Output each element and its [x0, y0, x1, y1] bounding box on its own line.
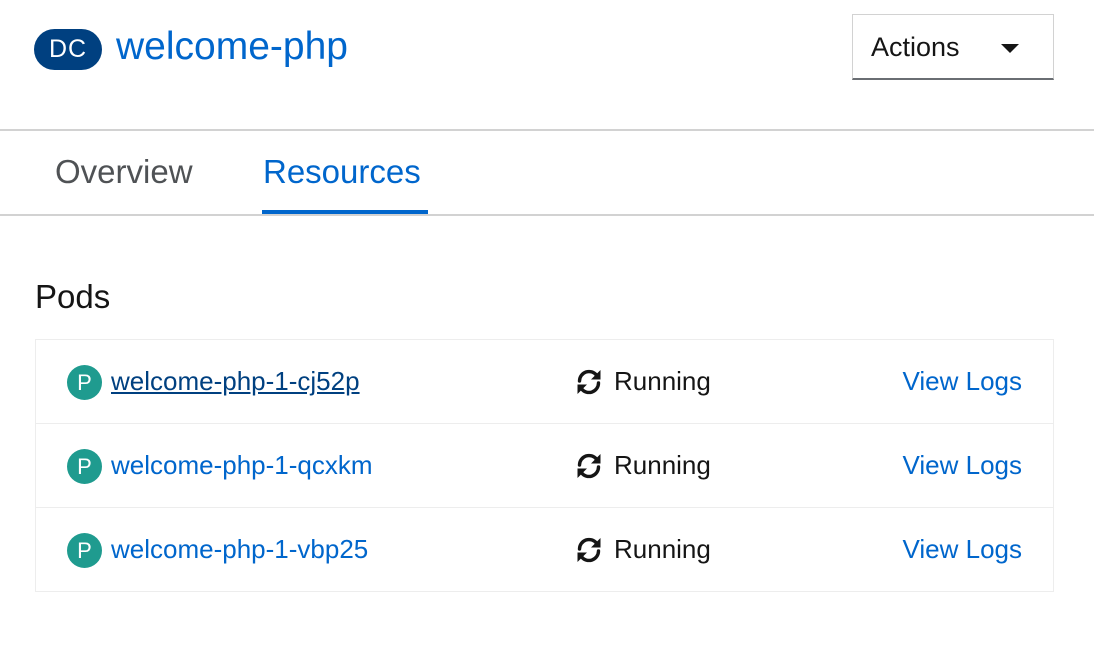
actions-dropdown-button[interactable]: Actions [852, 14, 1054, 80]
sync-icon [577, 369, 601, 395]
pod-name-link[interactable]: welcome-php-1-qcxkm [111, 448, 373, 482]
pods-section-title: Pods [35, 278, 111, 315]
list-item: P welcome-php-1-cj52p Running View Logs [36, 340, 1053, 424]
list-item: P welcome-php-1-vbp25 Running View Logs [36, 508, 1053, 591]
pods-list: P welcome-php-1-cj52p Running View Logs … [35, 339, 1054, 592]
page-header: DC welcome-php Actions [0, 0, 1094, 131]
tab-bar: Overview Resources [0, 131, 1094, 216]
tab-overview[interactable]: Overview [55, 151, 193, 193]
pod-badge: P [67, 365, 102, 400]
pod-status: Running [614, 366, 711, 396]
page-title: welcome-php [116, 25, 348, 68]
view-logs-link[interactable]: View Logs [903, 364, 1023, 398]
list-item: P welcome-php-1-qcxkm Running View Logs [36, 424, 1053, 508]
resource-type-badge: DC [34, 29, 102, 70]
pod-status: Running [614, 534, 711, 564]
caret-down-icon [1001, 44, 1019, 53]
sync-icon [577, 453, 601, 479]
view-logs-link[interactable]: View Logs [903, 532, 1023, 566]
active-tab-indicator [262, 210, 428, 214]
actions-label: Actions [871, 32, 960, 62]
pod-status: Running [614, 450, 711, 480]
pod-name-link[interactable]: welcome-php-1-vbp25 [111, 532, 368, 566]
pod-badge: P [67, 533, 102, 568]
view-logs-link[interactable]: View Logs [903, 448, 1023, 482]
pod-name-link[interactable]: welcome-php-1-cj52p [111, 364, 360, 398]
sync-icon [577, 537, 601, 563]
pod-badge: P [67, 449, 102, 484]
tab-resources[interactable]: Resources [263, 151, 421, 193]
